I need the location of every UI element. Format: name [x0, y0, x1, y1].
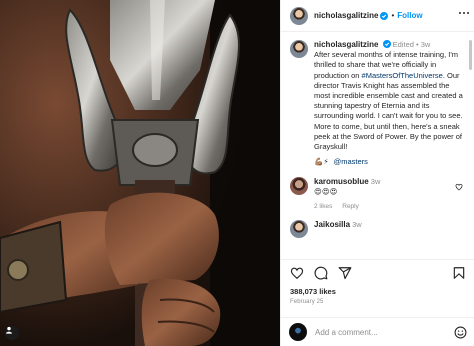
avatar[interactable] [290, 40, 308, 58]
comment-age: 3w [352, 220, 362, 230]
send-icon [338, 267, 352, 280]
post-header: nicholasgalitzine • Follow [281, 0, 474, 32]
heart-icon [290, 267, 304, 280]
comment-icon [314, 266, 328, 280]
smiley-icon [454, 326, 467, 338]
post-image-sword [0, 0, 280, 346]
likes-count[interactable]: 388,073 likes [290, 287, 466, 296]
more-options-icon[interactable] [459, 12, 469, 14]
mention-link[interactable]: @masters [334, 157, 368, 167]
separator-dot: • [391, 11, 395, 20]
emoji-button[interactable] [454, 326, 467, 339]
save-button[interactable] [452, 266, 466, 280]
avatar[interactable] [290, 6, 308, 25]
caption-footer: 💪🏽⚡ @masters [314, 157, 465, 167]
comment-heart-icon[interactable] [455, 183, 463, 191]
post-date: February 25 [290, 299, 324, 305]
like-button[interactable] [290, 266, 304, 280]
post-caption: nicholasgalitzine Edited • 3w After seve… [290, 40, 465, 167]
add-comment-bar [281, 317, 474, 346]
avatar[interactable] [290, 177, 308, 196]
avatar [289, 323, 307, 341]
comment-likes[interactable]: 2 likes [314, 203, 332, 210]
share-button[interactable] [338, 266, 352, 280]
separator-dot: • [416, 40, 419, 49]
comment-item: karomusoblue 3w 😍😍😍 2 likes Reply [290, 177, 465, 212]
caption-username[interactable]: nicholasgalitzine [314, 40, 378, 49]
post-actions: 388,073 likes February 25 [281, 259, 474, 317]
comment-username[interactable]: karomusoblue [314, 177, 369, 186]
comment-button[interactable] [314, 266, 328, 280]
comments-section[interactable]: nicholasgalitzine Edited • 3w After seve… [281, 32, 474, 259]
tagged-users-button[interactable] [5, 326, 19, 340]
verified-badge-icon [382, 40, 391, 48]
user-icon [6, 326, 12, 334]
post-side-panel: nicholasgalitzine • Follow nicholasgalit… [280, 0, 474, 346]
avatar[interactable] [290, 220, 308, 239]
comments-scrollbar[interactable] [469, 40, 472, 70]
comment-input[interactable] [315, 327, 443, 337]
post-age: 3w [420, 40, 431, 49]
post-media[interactable] [0, 0, 280, 346]
verified-badge-icon [380, 11, 389, 20]
comment-item-partial: Jaikosilla 3w [290, 220, 465, 239]
hashtag-link[interactable]: #MastersOfTheUniverse [362, 71, 443, 80]
follow-button[interactable]: Follow [397, 11, 422, 20]
comment-text: 😍😍😍 [314, 187, 338, 197]
comment-username[interactable]: Jaikosilla [314, 220, 350, 229]
edited-label: Edited [392, 40, 414, 49]
caption-text: After several months of intense training… [314, 50, 463, 152]
bookmark-icon [453, 267, 465, 279]
emoji-line: 💪🏽⚡ [314, 157, 329, 167]
author-username[interactable]: nicholasgalitzine [314, 11, 378, 20]
comment-age: 3w [370, 177, 381, 187]
reply-button[interactable]: Reply [342, 203, 359, 210]
